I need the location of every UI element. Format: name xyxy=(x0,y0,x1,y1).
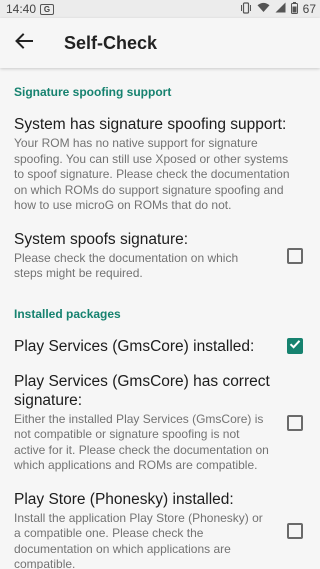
arrow-back-icon xyxy=(15,32,33,54)
pref-summary: Install the application Play Store (Phon… xyxy=(14,510,263,569)
status-time: 14:40 xyxy=(6,2,37,16)
app-bar: Self-Check xyxy=(0,18,320,68)
checkbox-system-spoofs-signature[interactable] xyxy=(287,247,303,264)
pref-play-services-installed[interactable]: Play Services (GmsCore) installed: xyxy=(0,329,320,364)
checkbox-play-store-installed[interactable] xyxy=(287,523,303,539)
battery-level: 67 xyxy=(302,2,316,16)
checkbox-play-services-installed[interactable] xyxy=(287,338,303,354)
section-header-signature-spoofing: Signature spoofing support xyxy=(14,85,172,99)
check-icon xyxy=(289,337,301,355)
pref-system-spoofs-signature[interactable]: System spoofs signature: Please check th… xyxy=(0,222,320,290)
notification-badge-icon: G xyxy=(40,3,55,15)
pref-title: Play Store (Phonesky) installed: xyxy=(14,490,234,508)
wifi-icon xyxy=(257,2,270,16)
pref-system-has-signature-spoofing: System has signature spoofing support: Y… xyxy=(0,107,320,222)
status-bar: 14:40 G 67 xyxy=(0,0,320,18)
battery-icon xyxy=(290,1,298,17)
section-header-installed-packages: Installed packages xyxy=(14,306,121,321)
pref-title: System has signature spoofing support: xyxy=(14,116,287,133)
preference-list[interactable]: Signature spoofing support System has si… xyxy=(0,68,320,569)
signal-icon xyxy=(275,2,286,16)
checkbox-play-services-signature[interactable] xyxy=(287,414,303,431)
page-title: Self-Check xyxy=(64,32,158,53)
pref-play-services-correct-signature[interactable]: Play Services (GmsCore) has correct sign… xyxy=(0,364,320,482)
pref-summary: Please check the documentation on which … xyxy=(14,250,239,281)
vibrate-icon xyxy=(240,1,252,17)
pref-title: Play Services (GmsCore) installed: xyxy=(14,337,255,355)
back-button[interactable] xyxy=(0,18,48,68)
pref-summary: Your ROM has no native support for signa… xyxy=(14,136,290,212)
pref-play-store-installed[interactable]: Play Store (Phonesky) installed: Install… xyxy=(0,482,320,569)
pref-summary: Either the installed Play Services (GmsC… xyxy=(14,411,269,473)
pref-title: System spoofs signature: xyxy=(14,230,189,248)
pref-title: Play Services (GmsCore) has correct sign… xyxy=(14,372,270,409)
